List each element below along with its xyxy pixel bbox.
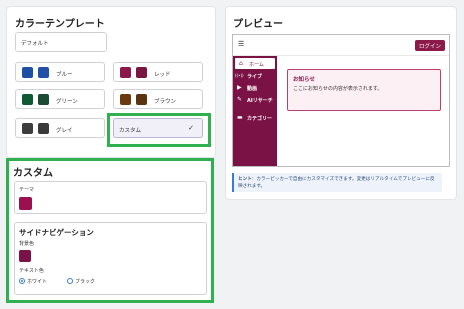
custom-card: カスタム テーマ サイドナビゲーション 背景色 テキスト色 ホワイト ブラック	[9, 161, 211, 300]
sidenav-box: サイドナビゲーション 背景色 テキスト色 ホワイト ブラック	[14, 222, 207, 295]
home-icon: ⌂	[239, 60, 243, 67]
folder-icon: ▬	[237, 114, 243, 121]
template-custom-label: カスタム	[119, 127, 142, 134]
sidebar-item-category[interactable]: ▬ カテゴリー	[233, 112, 275, 123]
ai-research-icon: ✎	[237, 96, 243, 103]
red-swatch-1	[120, 67, 131, 78]
blue-swatch-1	[22, 67, 33, 78]
login-button[interactable]: ログイン	[414, 40, 445, 51]
preview-header: ☰ ログイン	[233, 35, 449, 56]
hint-box: ヒント：カラーピッカーで自由にカスタマイズできます。変更はリアルタイムでプレビュ…	[232, 173, 442, 192]
gray-swatch-2	[38, 123, 49, 134]
template-green-label: グリーン	[56, 98, 78, 105]
template-red[interactable]: レッド	[113, 62, 203, 82]
radio-black-label: ブラック	[75, 279, 96, 285]
theme-label: テーマ	[19, 187, 35, 193]
template-brown[interactable]: ブラウン	[113, 89, 203, 109]
sidebar-item-category-label: カテゴリー	[247, 115, 273, 122]
live-icon: ((•))	[235, 73, 244, 78]
sidebar-item-home-label: ホーム	[249, 61, 264, 68]
hint-text: ：カラーピッカーで自由にカスタマイズできます。変更はリアルタイムでプレビューに反…	[238, 176, 435, 189]
menu-icon[interactable]: ☰	[238, 40, 244, 48]
custom-title: カスタム	[13, 168, 53, 179]
sidebar-item-home[interactable]: ⌂ ホーム	[235, 58, 275, 69]
sidenav-title: サイドナビゲーション	[19, 228, 94, 237]
gray-swatch-1	[22, 123, 33, 134]
radio-white-label: ホワイト	[27, 279, 48, 285]
theme-box: テーマ	[14, 181, 207, 214]
preview-sidebar: ⌂ ホーム ((•)) ライブ ▶ 動画 ✎ AIリサーチ ▬ カテゴリー	[233, 56, 277, 166]
brown-swatch-2	[136, 94, 147, 105]
sidebar-item-live-label: ライブ	[247, 73, 263, 80]
template-blue[interactable]: ブルー	[15, 62, 105, 82]
template-default-label: デフォルト	[21, 41, 49, 47]
theme-color-picker[interactable]	[19, 197, 32, 210]
template-title: カラーテンプレート	[15, 19, 105, 30]
bg-label: 背景色	[19, 241, 35, 247]
template-blue-label: ブルー	[56, 71, 73, 78]
text-color-label: テキスト色	[19, 268, 44, 274]
template-custom[interactable]: カスタム ✓	[113, 118, 203, 138]
notice-box: お知らせ ここにお知らせの内容が表示されます。	[287, 69, 441, 111]
green-swatch-1	[22, 94, 33, 105]
radio-black[interactable]	[67, 278, 73, 284]
sidebar-item-video[interactable]: ▶ 動画	[233, 82, 275, 93]
check-icon: ✓	[188, 124, 194, 132]
video-icon: ▶	[237, 84, 242, 91]
radio-white[interactable]	[19, 278, 25, 284]
brown-swatch-1	[120, 94, 131, 105]
blue-swatch-2	[38, 67, 49, 78]
sidebar-item-ai-research[interactable]: ✎ AIリサーチ	[233, 94, 275, 105]
preview-card: プレビュー ☰ ログイン ⌂ ホーム ((•)) ライブ ▶ 動画 ✎ AIリサ…	[225, 6, 457, 200]
template-gray[interactable]: グレイ	[15, 118, 105, 138]
bg-color-picker[interactable]	[19, 250, 31, 262]
template-red-label: レッド	[154, 71, 171, 78]
red-swatch-2	[136, 67, 147, 78]
notice-title: お知らせ	[293, 77, 315, 83]
sidebar-item-ai-research-label: AIリサーチ	[247, 97, 273, 104]
template-brown-label: ブラウン	[154, 98, 177, 105]
template-gray-label: グレイ	[56, 127, 73, 134]
preview-frame: ☰ ログイン ⌂ ホーム ((•)) ライブ ▶ 動画 ✎ AIリサーチ ▬ カ…	[232, 34, 450, 167]
hint-label: ヒント	[238, 176, 252, 182]
template-card: カラーテンプレート デフォルト ブルー レッド グリーン ブラウン グレイ カス…	[6, 6, 216, 158]
green-swatch-2	[38, 94, 49, 105]
preview-title: プレビュー	[233, 19, 283, 30]
template-green[interactable]: グリーン	[15, 89, 105, 109]
sidebar-item-video-label: 動画	[247, 85, 258, 92]
template-default[interactable]: デフォルト	[15, 32, 107, 52]
notice-text: ここにお知らせの内容が表示されます。	[293, 86, 383, 92]
sidebar-item-live[interactable]: ((•)) ライブ	[233, 70, 275, 81]
